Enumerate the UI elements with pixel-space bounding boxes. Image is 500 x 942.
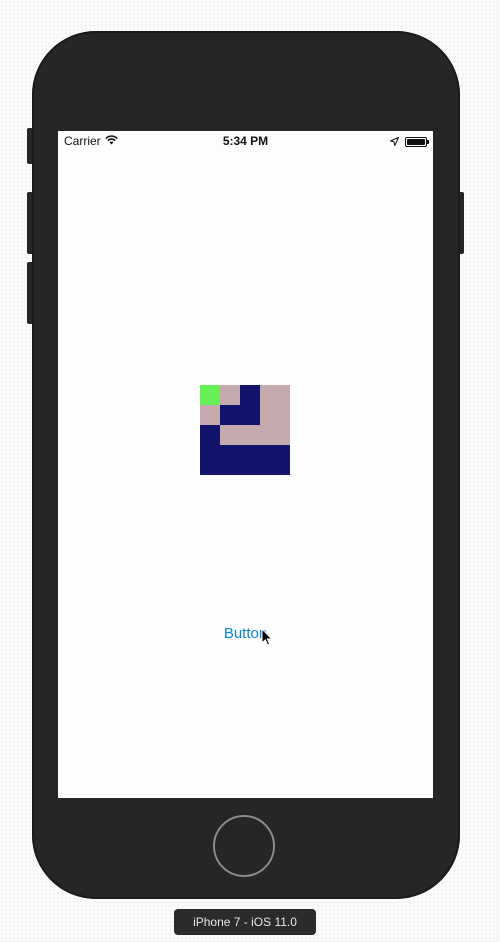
main-button[interactable]: Button [58,625,433,642]
device-label: iPhone 7 - iOS 11.0 [174,909,316,935]
location-arrow-icon [388,135,400,149]
mouse-pointer-icon [261,627,273,651]
device-screen: Carrier 5:34 PM Button [58,131,433,798]
home-button[interactable] [213,815,275,877]
status-time: 5:34 PM [222,134,269,148]
battery-icon [405,137,429,147]
grid-cell-green [200,385,220,405]
status-icons [388,135,429,149]
grid-cell-pink [200,405,220,425]
color-grid-svg [200,385,290,475]
simulator-canvas: Carrier 5:34 PM Button iPhone 7 - iOS 11… [0,0,500,942]
grid-cell-pink [220,385,240,405]
grid-cell-pink [220,425,290,445]
status-bar: Carrier 5:34 PM [58,131,433,151]
color-grid-image [200,385,290,475]
